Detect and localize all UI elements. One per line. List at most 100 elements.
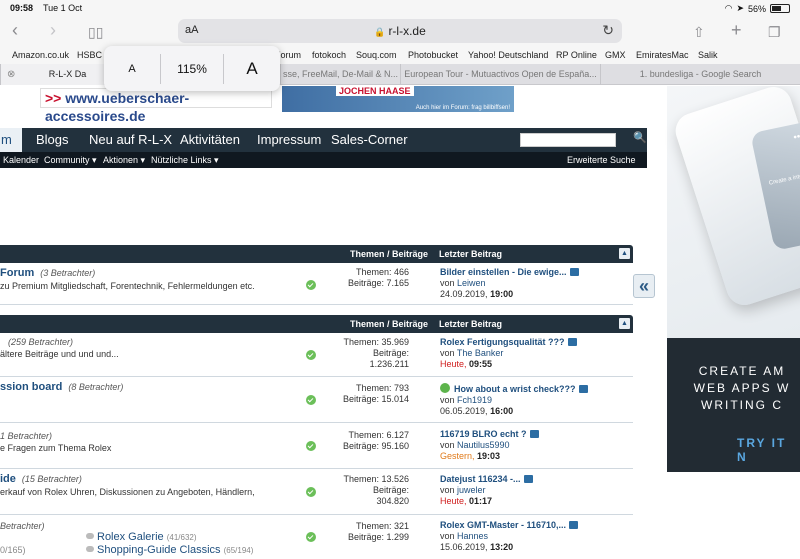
nav-item-aktivitaeten[interactable]: Aktivitäten bbox=[180, 132, 240, 147]
subnav-kalender[interactable]: Kalender bbox=[3, 155, 39, 165]
bookmark-item[interactable]: Photobucket bbox=[408, 50, 458, 60]
nav-item-impressum[interactable]: Impressum bbox=[257, 132, 321, 147]
advanced-search-link[interactable]: Erweiterte Suche bbox=[567, 155, 636, 165]
forum-viewers: (259 Betrachter) bbox=[8, 337, 74, 347]
search-icon[interactable]: 🔍 bbox=[633, 131, 647, 144]
increase-text-button[interactable]: A bbox=[224, 46, 280, 91]
goto-post-icon[interactable] bbox=[578, 385, 588, 393]
subforum-icon bbox=[86, 546, 94, 552]
last-post-author[interactable]: juweler bbox=[457, 485, 486, 495]
tab-rlx[interactable]: ⊗ R-L-X Da bbox=[0, 64, 104, 85]
bookmarks-icon[interactable]: ▯▯ bbox=[88, 22, 103, 42]
forum-stats: Themen: 793 Beiträge: 15.014 bbox=[342, 383, 409, 404]
subforum-list: Rolex Galerie (41/632) Shopping-Guide Cl… bbox=[86, 531, 253, 557]
forum-title[interactable]: ide (15 Betrachter) bbox=[0, 473, 82, 485]
last-post-author[interactable]: The Banker bbox=[457, 348, 504, 358]
bookmark-item[interactable]: Yahoo! Deutschland bbox=[468, 50, 548, 60]
bookmark-item[interactable]: Salik bbox=[698, 50, 718, 60]
goto-post-icon[interactable] bbox=[569, 521, 579, 529]
banner-headline: JOCHEN HAASE bbox=[336, 86, 414, 96]
last-post: Datejust 116234 -... von juweler Heute, … bbox=[440, 474, 630, 507]
last-post-title[interactable]: Datejust 116234 -... bbox=[440, 474, 521, 484]
last-post-title[interactable]: 116719 BLRO echt ? bbox=[440, 429, 527, 439]
banner-prefix: >> bbox=[45, 90, 66, 106]
share-icon[interactable]: ⇧ bbox=[693, 22, 705, 42]
sidebar-ad: « ••• Create a interacti CREATE AM WEB A… bbox=[633, 86, 800, 559]
lock-icon: 🔒 bbox=[374, 27, 386, 37]
forum-title[interactable]: Forum (3 Betrachter) bbox=[0, 267, 95, 279]
forum-row: Betrachter) 0/165) Rolex Galerie (41/632… bbox=[0, 515, 633, 559]
tabs-overview-icon[interactable]: ❐ bbox=[768, 22, 781, 42]
tab-google-search[interactable]: 1. bundesliga - Google Search bbox=[600, 64, 800, 85]
bookmark-item[interactable]: Amazon.co.uk bbox=[12, 50, 69, 60]
tab-freemail[interactable]: sse, FreeMail, De-Mail & N... bbox=[280, 64, 400, 85]
last-post-author[interactable]: Nautilus5990 bbox=[457, 440, 510, 450]
web-page: >> www.ueberschaer-accessoires.de JOCHEN… bbox=[0, 86, 800, 559]
last-post-title[interactable]: Bilder einstellen - Die ewige... bbox=[440, 267, 567, 277]
url-display[interactable]: 🔒 r-l-x.de bbox=[178, 24, 622, 38]
address-bar[interactable]: aA 🔒 r-l-x.de ↻ bbox=[178, 19, 622, 43]
nav-item-sales-corner[interactable]: Sales-Corner bbox=[331, 132, 408, 147]
bookmark-item[interactable]: GMX bbox=[605, 50, 626, 60]
collapse-section-icon[interactable]: ▲ bbox=[619, 318, 630, 329]
promo-line: WRITING C bbox=[701, 398, 783, 412]
subforum-item[interactable]: Shopping-Guide Classics (65/194) bbox=[86, 544, 253, 557]
subforum-item[interactable]: Rolex Galerie (41/632) bbox=[86, 531, 253, 544]
goto-post-icon[interactable] bbox=[569, 268, 579, 276]
search-input[interactable] bbox=[520, 133, 616, 147]
last-post-title[interactable]: How about a wrist check??? bbox=[454, 384, 576, 394]
promo-line: CREATE AM bbox=[698, 364, 786, 378]
forum-row: 1 Betrachter) e Fragen zum Thema Rolex T… bbox=[0, 423, 633, 469]
promo-line: WEB APPS W bbox=[693, 381, 791, 395]
forum-stats: Themen: 35.969 Beiträge: 1.236.211 bbox=[343, 337, 409, 369]
nav-item-blogs[interactable]: Blogs bbox=[36, 132, 69, 147]
forum-title[interactable]: ssion board (8 Betrachter) bbox=[0, 381, 123, 393]
battery-percent: 56% bbox=[747, 3, 766, 14]
new-tab-icon[interactable]: + bbox=[731, 20, 742, 40]
section-header: Themen / Beiträge Letzter Beitrag ▲ bbox=[0, 245, 633, 263]
reload-icon[interactable]: ↻ bbox=[602, 22, 614, 39]
subnav-community[interactable]: Community ▾ bbox=[44, 155, 97, 166]
bookmark-item[interactable]: HSBC bbox=[77, 50, 102, 60]
location-icon: ➤ bbox=[736, 3, 744, 13]
goto-post-icon[interactable] bbox=[529, 430, 539, 438]
tab-european-tour[interactable]: European Tour - Mutuactivos Open de Espa… bbox=[400, 64, 600, 85]
promo-cta[interactable]: TRY IT N bbox=[737, 436, 800, 464]
last-post: How about a wrist check??? von Fch1919 0… bbox=[440, 383, 630, 417]
forward-icon[interactable]: › bbox=[50, 20, 56, 40]
nav-item-active[interactable]: m bbox=[0, 128, 22, 152]
bookmark-item[interactable]: EmiratesMac bbox=[636, 50, 689, 60]
last-post-author[interactable]: Fch1919 bbox=[457, 395, 492, 405]
bookmark-item[interactable]: Souq.com bbox=[356, 50, 397, 60]
forum-viewers: (15 Betrachter) bbox=[21, 474, 82, 484]
bookmark-item[interactable]: RP Online bbox=[556, 50, 597, 60]
promo-box[interactable]: CREATE AM WEB APPS W WRITING C TRY IT N bbox=[667, 338, 800, 472]
subnav-links[interactable]: Nützliche Links ▾ bbox=[151, 155, 219, 166]
subnav-aktionen[interactable]: Aktionen ▾ bbox=[103, 155, 145, 166]
last-post-title[interactable]: Rolex GMT-Master - 116710,... bbox=[440, 520, 566, 530]
forum-stats: Themen: 321 Beiträge: 1.299 bbox=[347, 521, 409, 542]
forum-status-icon bbox=[306, 532, 316, 542]
collapse-sidebar-icon[interactable]: « bbox=[633, 274, 655, 298]
last-post-author[interactable]: Leiwen bbox=[457, 278, 486, 288]
nav-item-neu[interactable]: Neu auf R-L-X bbox=[89, 132, 172, 147]
close-tab-icon[interactable]: ⊗ bbox=[7, 64, 15, 85]
ad-banner-jochen-haase[interactable]: JOCHEN HAASE Auch hier im Forum: frag bi… bbox=[282, 86, 514, 112]
battery-icon bbox=[770, 4, 790, 13]
last-post-title[interactable]: Rolex Fertigungsqualität ??? bbox=[440, 337, 565, 347]
last-post-author[interactable]: Hannes bbox=[457, 531, 488, 541]
decrease-text-button[interactable]: A bbox=[104, 46, 160, 91]
collapse-section-icon[interactable]: ▲ bbox=[619, 248, 630, 259]
forum-status-icon bbox=[306, 280, 316, 290]
forum-description: e Fragen zum Thema Rolex bbox=[0, 443, 112, 453]
more-icon: ••• bbox=[792, 130, 800, 144]
goto-post-icon[interactable] bbox=[523, 475, 533, 483]
back-icon[interactable]: ‹ bbox=[12, 20, 18, 40]
tab-label: R-L-X Da bbox=[48, 69, 87, 79]
ad-banner-ueberschaer[interactable]: >> www.ueberschaer-accessoires.de bbox=[40, 88, 272, 124]
col-header-last: Letzter Beitrag bbox=[439, 249, 503, 259]
last-post: 116719 BLRO echt ? von Nautilus5990 Gest… bbox=[440, 429, 630, 462]
banner-link: www.ueberschaer-accessoires.de bbox=[45, 90, 190, 124]
bookmark-item[interactable]: fotokoch bbox=[312, 50, 346, 60]
goto-post-icon[interactable] bbox=[567, 338, 577, 346]
